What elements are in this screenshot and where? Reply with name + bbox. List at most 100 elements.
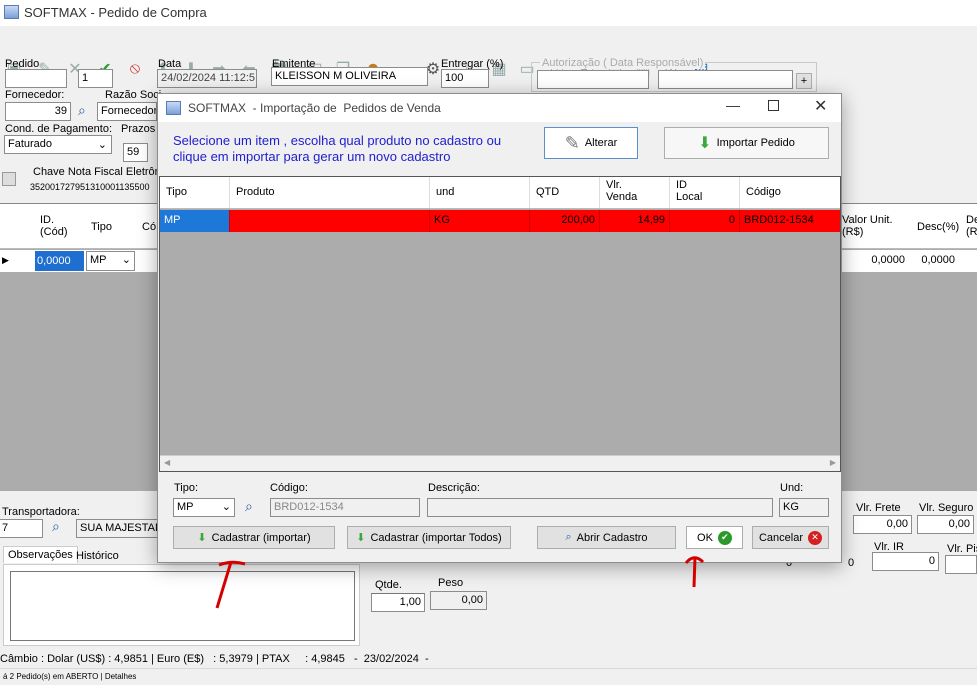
search-icon: ⌕	[565, 531, 572, 543]
data-field[interactable]: 24/02/2024 11:12:5	[157, 69, 257, 88]
down-arrow-icon: ⬇	[698, 135, 712, 152]
row-und[interactable]: KG	[430, 210, 530, 232]
observacoes-textarea[interactable]	[10, 571, 355, 641]
cancel-icon[interactable]: ⦸	[124, 58, 146, 80]
descricao-label: Descrição:	[428, 482, 480, 494]
row-id[interactable]: 0,0000	[35, 251, 84, 271]
tab-historico[interactable]: Histórico	[72, 548, 123, 564]
col-tipo: Tipo	[160, 177, 230, 208]
nfe-icon[interactable]	[2, 172, 16, 186]
autorizacao-group: Autorização ( Data Responsável) +	[531, 57, 817, 92]
row-pointer-icon: ▶	[2, 255, 9, 265]
col-id-local: ID Local	[670, 177, 740, 208]
seguro-field[interactable]: 0,00	[917, 515, 974, 534]
frete-field[interactable]: 0,00	[853, 515, 912, 534]
col-vlr-venda: Vlr. Venda	[600, 177, 670, 208]
close-icon[interactable]: ✕	[814, 96, 827, 116]
abrir-cadastro-button[interactable]: ⌕ Abrir Cadastro	[537, 526, 676, 549]
minimize-icon[interactable]: —	[726, 97, 740, 113]
importar-label: Importar Pedido	[716, 137, 795, 149]
tipo-value: MP	[177, 501, 194, 513]
scroll-right-icon[interactable]: ▶	[830, 458, 836, 467]
window-title: SOFTMAX - Pedido de Compra	[24, 5, 207, 20]
search-icon[interactable]: ⌕	[52, 518, 60, 535]
row-venda[interactable]: 14,99	[600, 210, 670, 232]
cadastrar-todos-button[interactable]: ⬇ Cadastrar (importar Todos)	[347, 526, 511, 549]
pedido-type-field[interactable]	[5, 69, 67, 88]
edit-icon: ✎	[564, 132, 580, 153]
frete-label: Vlr. Frete	[856, 502, 901, 514]
fornecedor-field[interactable]: 39	[5, 102, 71, 121]
seguro-label: Vlr. Seguro	[919, 502, 974, 514]
import-grid: Tipo Produto und QTD Vlr. Venda ID Local…	[159, 176, 841, 472]
codigo-label: Código:	[270, 482, 308, 494]
row-valor-unit: 0,0000	[871, 254, 905, 266]
chevron-down-icon: ⌄	[121, 254, 131, 266]
scroll-left-icon[interactable]: ◀	[164, 458, 170, 467]
codigo-field[interactable]: BRD012-1534	[270, 498, 420, 517]
cadastrar-importar-button[interactable]: ⬇ Cadastrar (importar)	[173, 526, 335, 549]
transportadora-label: Transportadora:	[2, 506, 80, 518]
razao-label: Razão Soci	[105, 89, 162, 101]
ir-field[interactable]: 0	[872, 552, 939, 571]
dialog-title-bar: SOFTMAX - Importação de Pedidos de Venda…	[158, 94, 841, 122]
app-icon	[166, 101, 181, 115]
tab-observacoes[interactable]: Observações	[3, 546, 78, 563]
row-desc: 0,0000	[921, 254, 955, 266]
row-produto[interactable]	[230, 210, 430, 232]
importar-pedido-button[interactable]: ⬇ Importar Pedido	[664, 127, 829, 159]
alterar-button[interactable]: ✎ Alterar	[544, 127, 638, 159]
col-id: ID. (Cód)	[40, 214, 68, 238]
peso-label: Peso	[438, 577, 464, 589]
qtde-field: 1,00	[371, 593, 425, 612]
chave-value[interactable]: 352001727951310001135500	[30, 182, 149, 192]
autorizacao-field[interactable]	[537, 70, 649, 89]
horizontal-scrollbar[interactable]: ◀ ▶	[160, 455, 840, 471]
autorizacao-button[interactable]: +	[796, 73, 812, 89]
dialog-instruction: Selecione um item , escolha qual produto…	[173, 133, 502, 164]
zero-b: 0	[848, 557, 855, 569]
maximize-icon[interactable]	[768, 100, 779, 111]
cond-value: Faturado	[8, 138, 53, 150]
row-tipo[interactable]: MP	[160, 210, 230, 232]
emitente-field[interactable]: KLEISSON M OLIVEIRA	[271, 67, 428, 86]
col-qtd: QTD	[530, 177, 600, 208]
dialog-title: SOFTMAX - Importação de Pedidos de Venda	[188, 101, 441, 115]
col-codigo: Código	[746, 186, 781, 198]
chevron-down-icon: ⌄	[221, 501, 231, 513]
col-de: De (R	[966, 214, 977, 238]
pis-field[interactable]	[945, 555, 977, 574]
tipo-label: Tipo:	[174, 482, 199, 494]
chave-label: Chave Nota Fiscal Eletrôni	[33, 166, 164, 178]
prazos-field[interactable]: 59	[123, 143, 148, 162]
status-text[interactable]: á 2 Pedido(s) em ABERTO | Detalhes	[3, 672, 136, 681]
ok-button[interactable]: OK ✔	[686, 526, 743, 549]
row-tipo-select[interactable]: MP ⌄	[86, 251, 135, 271]
row-local[interactable]: 0	[670, 210, 740, 232]
col-valor-unit: Valor Unit. (R$)	[842, 214, 893, 238]
row-codigo[interactable]: BRD012-1534	[740, 210, 840, 232]
razao-field[interactable]: Fornecedor/	[97, 102, 157, 121]
transportadora-name[interactable]: SUA MAJESTADE	[76, 519, 166, 538]
search-icon[interactable]: ⌕	[245, 498, 253, 515]
observacoes-panel	[3, 564, 360, 646]
cond-select[interactable]: Faturado ⌄	[4, 135, 112, 154]
und-label: Und:	[780, 482, 804, 494]
cadastrar-todos-label: Cadastrar (importar Todos)	[370, 531, 502, 544]
autorizacao-label: Autorização ( Data Responsável)	[540, 57, 706, 69]
entregar-field[interactable]: 100	[441, 69, 489, 88]
descricao-field[interactable]	[427, 498, 773, 517]
transportadora-code[interactable]: 7	[0, 519, 43, 538]
und-field[interactable]: KG	[779, 498, 829, 517]
col-cod: Có	[142, 221, 157, 233]
fornecedor-label: Fornecedor:	[5, 89, 65, 101]
row-qtd[interactable]: 200,00	[530, 210, 600, 232]
cancelar-button[interactable]: Cancelar ✕	[752, 526, 829, 549]
search-icon[interactable]: ⌕	[78, 102, 86, 119]
pedido-number-field[interactable]: 1	[78, 69, 113, 88]
responsavel-field[interactable]	[658, 70, 793, 89]
tipo-select[interactable]: MP ⌄	[173, 498, 235, 517]
check-icon: ✔	[717, 530, 732, 545]
import-grid-row[interactable]: MP KG 200,00 14,99 0 BRD012-1534	[160, 210, 840, 232]
row-tipo-value: MP	[90, 254, 107, 266]
